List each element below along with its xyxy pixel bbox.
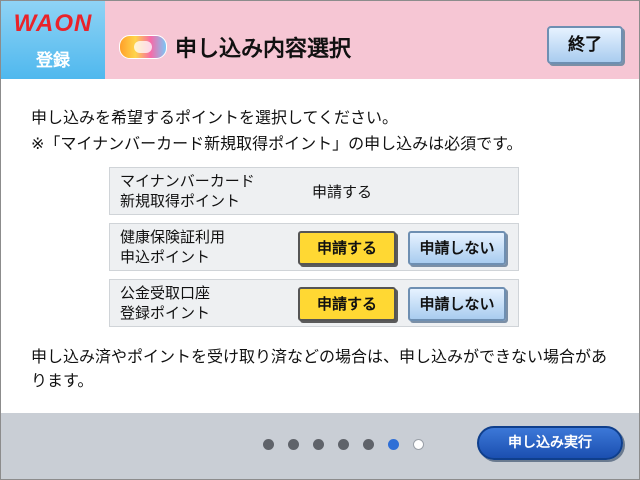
point-label: 健康保険証利用 申込ポイント bbox=[120, 227, 225, 267]
submit-application-button[interactable]: 申し込み実行 bbox=[477, 426, 623, 460]
footer: 申し込み実行 bbox=[1, 413, 639, 479]
point-fixed-value: 申請する bbox=[312, 183, 373, 201]
brand-tile: WAON 登録 bbox=[1, 1, 105, 79]
page-dot bbox=[413, 439, 424, 450]
instruction-required-note: ※「マイナンバーカード新規取得ポイント」の申し込みは必須です。 bbox=[31, 134, 523, 153]
no-apply-button[interactable]: 申請しない bbox=[408, 287, 506, 321]
point-selection-table: マイナンバーカード 新規取得ポイント 申請する 健康保険証利用 申込ポイント 申… bbox=[109, 167, 519, 329]
point-row-mynumber: マイナンバーカード 新規取得ポイント 申請する bbox=[109, 167, 519, 215]
instruction-line: 申し込みを希望するポイントを選択してください。 bbox=[31, 108, 399, 127]
point-label-line2: 登録ポイント bbox=[120, 304, 211, 322]
brand-subtitle: 登録 bbox=[36, 51, 70, 71]
end-button[interactable]: 終了 bbox=[547, 26, 623, 64]
screen-frame: WAON 登録 申し込み内容選択 終了 申し込みを希望するポイントを選択してくだ… bbox=[0, 0, 640, 480]
page-dot bbox=[288, 439, 299, 450]
page-dot bbox=[338, 439, 349, 450]
header: WAON 登録 申し込み内容選択 終了 bbox=[1, 1, 639, 79]
page-dot-current bbox=[388, 439, 399, 450]
point-label-line1: マイナンバーカード bbox=[120, 172, 255, 190]
page-dot bbox=[263, 439, 274, 450]
point-label: 公金受取口座 登録ポイント bbox=[120, 283, 210, 323]
page-dot bbox=[363, 439, 374, 450]
caution-note: 申し込み済やポイントを受け取り済などの場合は、申し込みができない場合があります。 bbox=[31, 347, 608, 390]
point-label-line1: 健康保険証利用 bbox=[120, 228, 226, 246]
apply-button[interactable]: 申請する bbox=[298, 231, 396, 265]
point-label-line2: 申込ポイント bbox=[120, 248, 211, 266]
page-dot bbox=[313, 439, 324, 450]
point-row-health-insurance: 健康保険証利用 申込ポイント 申請する 申請しない bbox=[109, 223, 519, 271]
page-title: 申し込み内容選択 bbox=[175, 37, 352, 62]
mynapoint-logo-icon bbox=[119, 35, 167, 59]
point-row-public-account: 公金受取口座 登録ポイント 申請する 申請しない bbox=[109, 279, 519, 327]
point-label: マイナンバーカード 新規取得ポイント bbox=[120, 171, 255, 211]
point-label-line1: 公金受取口座 bbox=[120, 284, 211, 302]
no-apply-button[interactable]: 申請しない bbox=[408, 231, 506, 265]
point-label-line2: 新規取得ポイント bbox=[120, 192, 241, 210]
waon-logo: WAON bbox=[13, 10, 93, 37]
apply-button[interactable]: 申請する bbox=[298, 287, 396, 321]
